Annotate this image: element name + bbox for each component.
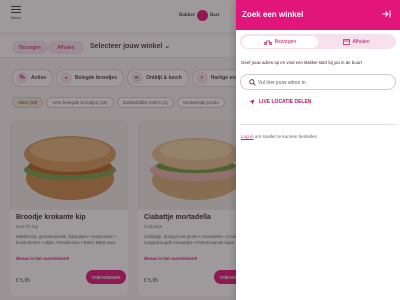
toggle-afhalen[interactable]: Afhalen bbox=[318, 36, 394, 48]
share-live-location-button[interactable]: LIVE LOCATIE DELEN bbox=[249, 99, 311, 105]
toggle-bezorgen-label: Bezorgen bbox=[274, 38, 297, 45]
store-finder-drawer: Zoek een winkel Bezorgen Afhalen Geef jo bbox=[236, 0, 400, 300]
delivery-mode-toggle: Bezorgen Afhalen bbox=[240, 34, 396, 49]
address-info-text: Geef jouw adres op en vind een Bakker Ba… bbox=[241, 60, 362, 65]
toggle-afhalen-label: Afhalen bbox=[352, 38, 370, 45]
address-search-input[interactable] bbox=[258, 77, 392, 88]
share-live-location-label: LIVE LOCATIE DELEN bbox=[259, 99, 312, 105]
address-search-box bbox=[240, 74, 396, 90]
drawer-divider bbox=[240, 124, 396, 125]
close-arrow-icon bbox=[382, 10, 390, 18]
location-arrow-icon bbox=[249, 99, 255, 105]
close-drawer-button[interactable] bbox=[378, 6, 394, 22]
store-icon bbox=[342, 38, 350, 45]
login-link[interactable]: Log in bbox=[241, 134, 254, 139]
scooter-icon bbox=[263, 40, 272, 45]
toggle-bezorgen[interactable]: Bezorgen bbox=[242, 35, 318, 48]
login-prompt: Log in om sneller te kunnen bestellen bbox=[241, 134, 317, 139]
drawer-header: Zoek een winkel bbox=[236, 0, 400, 30]
login-prompt-text: om sneller te kunnen bestellen bbox=[253, 134, 318, 139]
search-icon bbox=[249, 79, 256, 86]
drawer-title: Zoek een winkel bbox=[242, 10, 304, 19]
